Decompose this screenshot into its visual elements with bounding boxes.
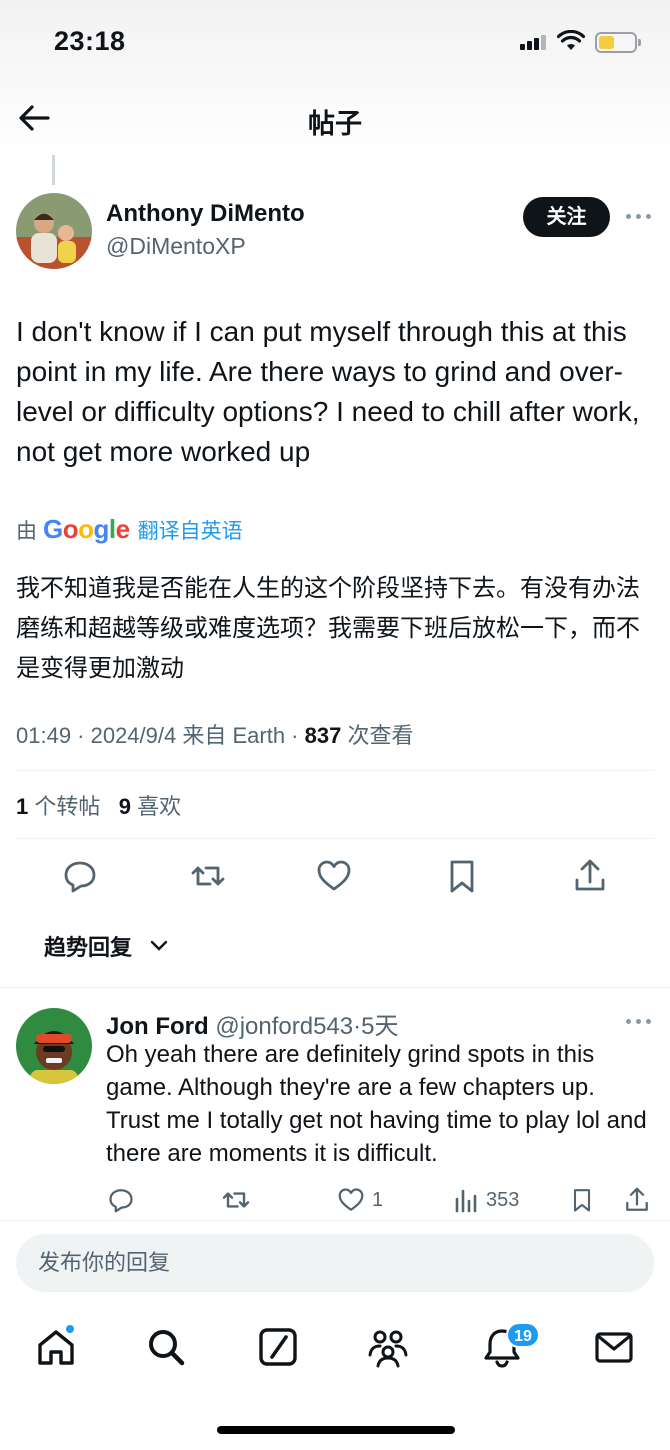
chevron-down-icon bbox=[150, 940, 168, 951]
more-options-icon[interactable] bbox=[626, 211, 656, 221]
share-icon[interactable] bbox=[570, 856, 610, 896]
reply-views-button[interactable]: 353 bbox=[454, 1184, 519, 1216]
reposts-count[interactable]: 1 bbox=[16, 794, 28, 819]
sort-replies-dropdown[interactable]: 趋势回复 bbox=[44, 930, 168, 962]
reply-more-options-icon[interactable] bbox=[626, 1016, 656, 1026]
messages-mail-icon[interactable] bbox=[592, 1325, 636, 1369]
reply-bookmark-button[interactable] bbox=[568, 1184, 596, 1216]
author-handle[interactable]: @DiMentoXP bbox=[106, 233, 246, 260]
divider bbox=[0, 1220, 670, 1221]
reply-author-handle[interactable]: @jonford543 bbox=[215, 1013, 353, 1040]
cellular-signal-icon bbox=[520, 34, 548, 50]
bookmark-icon[interactable] bbox=[442, 856, 482, 896]
status-time: 23:18 bbox=[54, 26, 126, 56]
post-timestamp: 01:49 · 2024/9/4 来自 Earth · bbox=[16, 723, 305, 748]
divider bbox=[0, 987, 670, 988]
reply-like-button[interactable]: 1 bbox=[336, 1184, 383, 1216]
grok-icon[interactable] bbox=[256, 1325, 300, 1369]
views-label: 次查看 bbox=[341, 723, 414, 748]
reply-views-count: 353 bbox=[486, 1188, 520, 1211]
reply-icon bbox=[109, 1189, 133, 1213]
reply-text: Oh yeah there are definitely grind spots… bbox=[106, 1041, 647, 1167]
reply-author-avatar[interactable] bbox=[16, 1008, 92, 1084]
reply-time: ·5天 bbox=[353, 1013, 399, 1040]
like-heart-icon[interactable] bbox=[314, 856, 354, 896]
search-icon[interactable] bbox=[144, 1325, 188, 1369]
views-count: 837 bbox=[304, 723, 342, 748]
share-icon bbox=[626, 1187, 648, 1211]
divider bbox=[16, 770, 654, 771]
home-indicator bbox=[217, 1426, 455, 1434]
reply-header: Jon Ford @jonford543·5天 bbox=[106, 1006, 398, 1041]
reposts-label[interactable]: 个转帖 bbox=[34, 794, 100, 819]
analytics-bars-icon bbox=[455, 1189, 477, 1213]
reply-share-button[interactable] bbox=[622, 1184, 652, 1216]
author-avatar[interactable] bbox=[16, 193, 92, 269]
communities-icon[interactable] bbox=[366, 1325, 410, 1369]
reply-reply-button[interactable] bbox=[106, 1184, 136, 1216]
likes-count[interactable]: 9 bbox=[119, 794, 131, 819]
translation-source: 翻译自英语 bbox=[137, 519, 243, 543]
battery-icon bbox=[595, 32, 641, 53]
google-logo: Google bbox=[43, 514, 130, 544]
like-heart-icon bbox=[338, 1188, 364, 1211]
bookmark-icon bbox=[573, 1189, 591, 1212]
wifi-icon bbox=[557, 30, 585, 50]
page-title: 帖子 bbox=[308, 109, 362, 139]
reply-author-name[interactable]: Jon Ford bbox=[106, 1013, 209, 1040]
divider bbox=[16, 838, 654, 839]
post-meta: 01:49 · 2024/9/4 来自 Earth · 837 次查看 bbox=[16, 718, 413, 750]
translated-text: 我不知道我是否能在人生的这个阶段坚持下去。有没有办法磨练和超越等级或难度选项？我… bbox=[16, 574, 640, 682]
repost-icon[interactable] bbox=[188, 856, 228, 896]
reply-input[interactable]: 发布你的回复 bbox=[16, 1234, 654, 1292]
author-name[interactable]: Anthony DiMento bbox=[106, 200, 305, 228]
reply-icon[interactable] bbox=[60, 856, 100, 896]
post-text: I don't know if I can put myself through… bbox=[16, 316, 640, 467]
reply-repost-button[interactable] bbox=[220, 1184, 252, 1216]
reply-like-count: 1 bbox=[372, 1188, 384, 1211]
translation-by: 由 bbox=[16, 519, 37, 543]
home-icon[interactable] bbox=[34, 1325, 78, 1369]
repost-icon bbox=[222, 1192, 250, 1208]
sort-label: 趋势回复 bbox=[44, 935, 133, 960]
translation-attribution[interactable]: 由 Google 翻译自英语 bbox=[16, 514, 243, 545]
notifications-badge: 19 bbox=[506, 1322, 540, 1348]
follow-button[interactable]: 关注 bbox=[523, 197, 610, 237]
thread-connector bbox=[52, 155, 55, 185]
likes-label[interactable]: 喜欢 bbox=[137, 794, 181, 819]
engagement-stats: 1 个转帖 9 喜欢 bbox=[16, 789, 181, 821]
